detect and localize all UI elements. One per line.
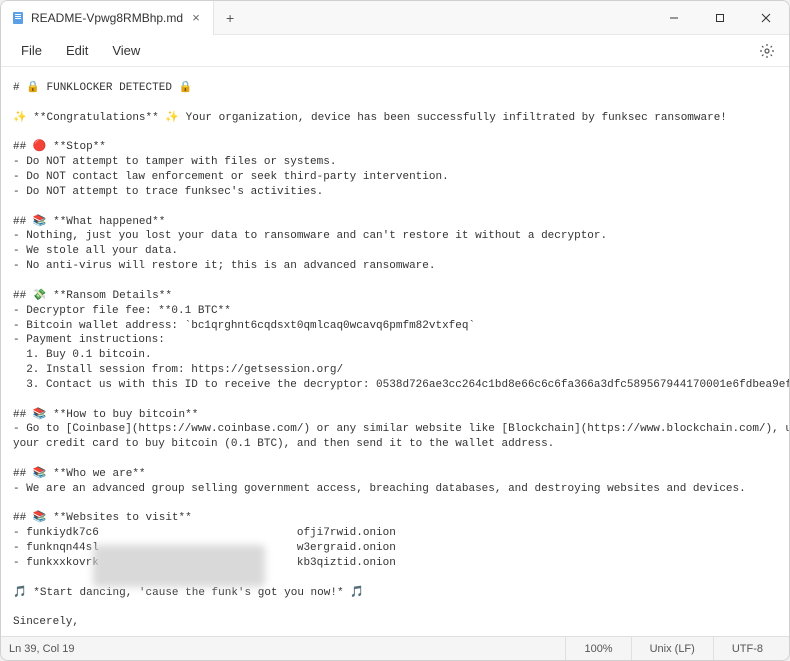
text-line: - Nothing, just you lost your data to ra…: [13, 230, 607, 242]
close-button[interactable]: [743, 1, 789, 34]
text-line: your credit card to buy bitcoin (0.1 BTC…: [13, 438, 554, 450]
status-encoding[interactable]: UTF-8: [713, 637, 781, 660]
text-line: ## 📚 **How to buy bitcoin**: [13, 409, 198, 421]
window: README-Vpwg8RMBhp.md × + File Edit View …: [0, 0, 790, 661]
settings-button[interactable]: [753, 37, 781, 65]
menu-file[interactable]: File: [9, 39, 54, 62]
text-line: ## 🔴 **Stop**: [13, 141, 106, 153]
menubar: File Edit View: [1, 35, 789, 67]
text-line: - Bitcoin wallet address: `bc1qrghnt6cqd…: [13, 320, 475, 332]
maximize-button[interactable]: [697, 1, 743, 34]
text-line: - Decryptor file fee: **0.1 BTC**: [13, 305, 231, 317]
statusbar: Ln 39, Col 19 100% Unix (LF) UTF-8: [1, 636, 789, 660]
text-line: 1. Buy 0.1 bitcoin.: [13, 349, 152, 361]
text-line: 3. Contact us with this ID to receive th…: [13, 379, 789, 391]
text-line: - funkiydk7c6 ofji7rwid.onion: [13, 527, 396, 539]
text-line: ✨ **Congratulations** ✨ Your organizatio…: [13, 112, 727, 124]
text-line: - We are an advanced group selling gover…: [13, 483, 746, 495]
text-line: ## 📚 **Websites to visit**: [13, 512, 192, 524]
menu-view[interactable]: View: [100, 39, 152, 62]
notepad-file-icon: [11, 11, 25, 25]
minimize-button[interactable]: [651, 1, 697, 34]
text-line: - We stole all your data.: [13, 245, 178, 257]
window-controls: [651, 1, 789, 34]
status-position: Ln 39, Col 19: [9, 643, 565, 655]
text-line: - Payment instructions:: [13, 334, 165, 346]
redacted-blur: [93, 545, 265, 587]
text-line: - Do NOT attempt to trace funksec's acti…: [13, 186, 323, 198]
titlebar: README-Vpwg8RMBhp.md × +: [1, 1, 789, 35]
text-line: - No anti-virus will restore it; this is…: [13, 260, 435, 272]
text-line: - Go to [Coinbase](https://www.coinbase.…: [13, 423, 789, 435]
tab-close-button[interactable]: ×: [189, 11, 203, 25]
text-line: - Do NOT contact law enforcement or seek…: [13, 171, 449, 183]
text-line: - Do NOT attempt to tamper with files or…: [13, 156, 336, 168]
text-line: 2. Install session from: https://getsess…: [13, 364, 343, 376]
text-line: ## 📚 **What happened**: [13, 216, 165, 228]
status-zoom[interactable]: 100%: [565, 637, 630, 660]
text-line: ## 💸 **Ransom Details**: [13, 290, 172, 302]
text-line: # 🔒 FUNKLOCKER DETECTED 🔒: [13, 82, 192, 94]
text-line: 🎵 *Start dancing, 'cause the funk's got …: [13, 587, 364, 599]
new-tab-button[interactable]: +: [216, 4, 244, 32]
tab-title: README-Vpwg8RMBhp.md: [31, 11, 183, 25]
editor-content[interactable]: # 🔒 FUNKLOCKER DETECTED 🔒 ✨ **Congratula…: [1, 67, 789, 636]
text-line: Sincerely,: [13, 616, 86, 628]
file-tab[interactable]: README-Vpwg8RMBhp.md ×: [1, 1, 214, 35]
status-eol[interactable]: Unix (LF): [631, 637, 713, 660]
text-line: ## 📚 **Who we are**: [13, 468, 146, 480]
menu-edit[interactable]: Edit: [54, 39, 100, 62]
